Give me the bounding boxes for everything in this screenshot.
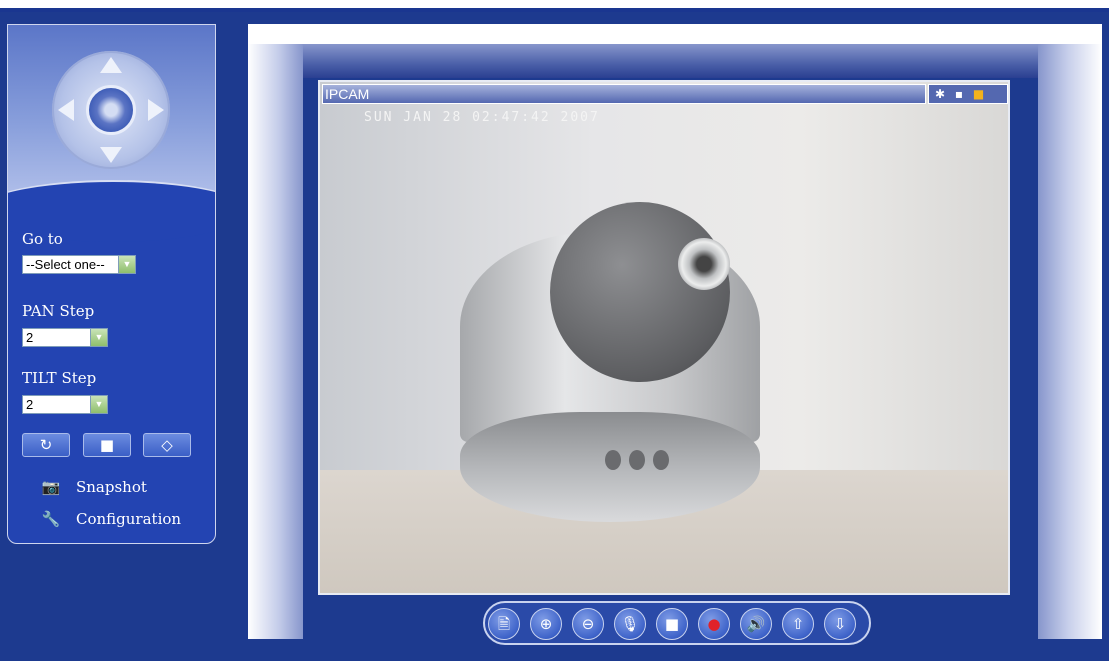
stop-icon: ■ [99, 436, 115, 454]
video-title-icons: ✱ ▪ ■ [928, 84, 1008, 104]
snapshot-label: Snapshot [76, 478, 147, 496]
record-icon[interactable]: ● [698, 608, 730, 640]
talk-up-icon[interactable]: ⇧ [782, 608, 814, 640]
rotate-button[interactable]: ↻ [22, 433, 70, 457]
tilt-step-value: 2 [26, 397, 34, 412]
stop-icon[interactable]: ■ [656, 608, 688, 640]
main-left-gradient [248, 24, 303, 639]
top-bar [0, 0, 1109, 8]
pan-step-value: 2 [26, 330, 34, 345]
camera-lens [678, 238, 730, 290]
speaker-icon[interactable]: 🔊 [740, 608, 772, 640]
wrench-icon: 🔧 [41, 510, 61, 528]
pan-step-select[interactable]: 2 ▼ [22, 328, 108, 347]
camera-head [550, 202, 730, 382]
patrol-icon: ◇ [161, 436, 173, 454]
talk-down-icon[interactable]: ⇩ [824, 608, 856, 640]
snapshot-link[interactable]: 📷 Snapshot [38, 478, 147, 496]
main-header-band [303, 44, 1038, 78]
pan-step-label: PAN Step [22, 302, 95, 320]
patrol-button[interactable]: ◇ [143, 433, 191, 457]
video-timestamp: SUN JAN 28 02:47:42 2007 [364, 110, 600, 125]
person-icon[interactable]: ✱ [935, 85, 945, 103]
ptz-dpad [52, 51, 170, 169]
arrow-up-icon[interactable] [100, 57, 122, 73]
rotate-icon: ↻ [39, 436, 53, 454]
video-title-bar: IPCAM [322, 84, 926, 104]
zoom-out-icon[interactable]: ⊖ [572, 608, 604, 640]
minus-icon[interactable]: ▪ [955, 85, 963, 103]
stop-button[interactable]: ■ [83, 433, 131, 457]
chevron-down-icon[interactable]: ▼ [90, 329, 107, 346]
dpad-center-button[interactable] [86, 85, 136, 135]
configuration-label: Configuration [76, 510, 182, 528]
top-line [0, 8, 1109, 12]
tilt-step-label: TILT Step [22, 369, 97, 387]
arrow-left-icon[interactable] [58, 99, 74, 121]
snapshot-file-icon[interactable]: 🗎 [488, 608, 520, 640]
video-view[interactable]: IPCAM ✱ ▪ ■ SUN JAN 28 02:47:42 2007 [318, 80, 1010, 595]
main-top-band [248, 24, 1102, 44]
video-control-bar: 🗎 ⊕ ⊖ 🎙 ■ ● 🔊 ⇧ ⇩ [483, 601, 871, 645]
chevron-down-icon[interactable]: ▼ [118, 256, 135, 273]
alarm-icon[interactable]: ■ [973, 85, 984, 103]
goto-select-value: --Select one-- [26, 257, 105, 272]
configuration-link[interactable]: 🔧 Configuration [38, 510, 181, 528]
arrow-down-icon[interactable] [100, 147, 122, 163]
video-title: IPCAM [325, 86, 370, 102]
goto-select[interactable]: --Select one-- ▼ [22, 255, 136, 274]
zoom-in-icon[interactable]: ⊕ [530, 608, 562, 640]
arrow-right-icon[interactable] [148, 99, 164, 121]
main-right-gradient [1038, 24, 1102, 639]
ptz-pad-area [8, 25, 215, 242]
microphone-icon[interactable]: 🎙 [614, 608, 646, 640]
goto-label: Go to [22, 230, 63, 248]
tilt-step-select[interactable]: 2 ▼ [22, 395, 108, 414]
control-panel: Go to --Select one-- ▼ PAN Step 2 ▼ TILT… [7, 24, 216, 544]
camera-buttons [605, 450, 677, 474]
camera-icon: 📷 [41, 478, 61, 496]
chevron-down-icon[interactable]: ▼ [90, 396, 107, 413]
